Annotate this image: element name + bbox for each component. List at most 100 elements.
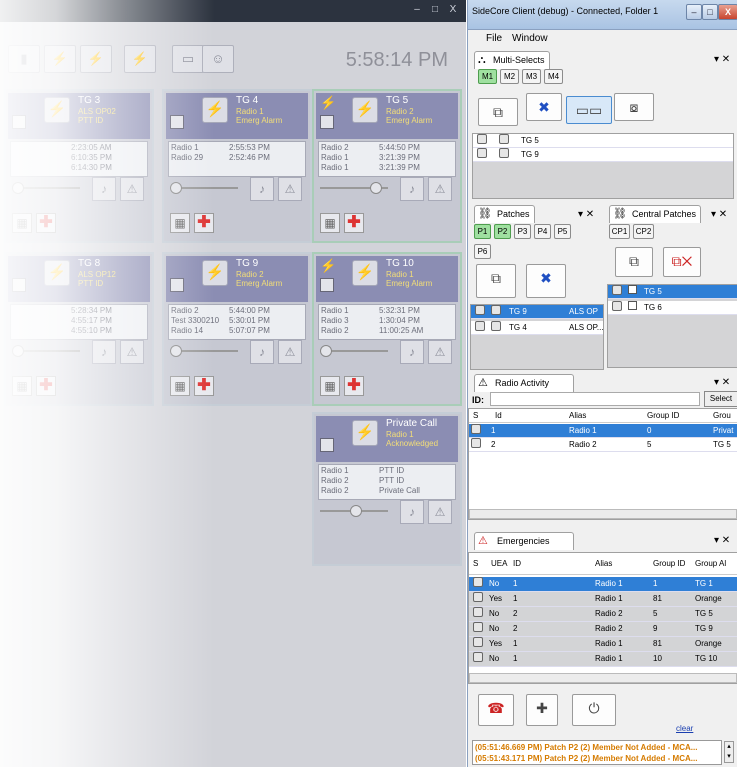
horizontal-scrollbar[interactable] — [469, 509, 737, 519]
tab-cp2[interactable]: CP2 — [633, 224, 654, 239]
emergency-clear-icon[interactable]: ⏻ — [572, 694, 616, 726]
window-minimize-button[interactable]: – — [686, 4, 702, 20]
volume-icon[interactable]: ♪ — [250, 340, 274, 364]
alert-tone-icon[interactable]: ⚠ — [428, 177, 452, 201]
select-icon[interactable]: ▦ — [170, 213, 190, 233]
patch-bolt-icon[interactable]: ⚡ — [202, 260, 228, 286]
volume-icon[interactable]: ♪ — [400, 500, 424, 524]
central-patches-panel-controls[interactable]: ▾ ✕ — [711, 209, 727, 220]
emergency-plus-icon[interactable]: ✚ — [36, 376, 56, 396]
multiselect-talk-icon[interactable]: ✖ — [526, 93, 562, 121]
table-row[interactable]: No 2 Radio 2 9 TG 9 — [469, 622, 737, 637]
volume-slider[interactable] — [170, 345, 238, 357]
select-icon[interactable]: ▦ — [12, 376, 32, 396]
talkgroup-tile[interactable]: ⚡ TG 8 ALS OP12 PTT ID 5:28:34 PM 4:55:17 PM 4… — [4, 252, 154, 406]
patch-disabled-icon[interactable]: ⚡ — [124, 45, 156, 73]
alert-tone-icon[interactable]: ⚠ — [120, 177, 144, 201]
slider-knob[interactable] — [12, 182, 24, 194]
slider-knob[interactable] — [370, 182, 382, 194]
volume-slider[interactable] — [12, 345, 80, 357]
patch-bolt-icon[interactable]: ⚡ — [44, 97, 70, 123]
volume-icon[interactable]: ♪ — [400, 340, 424, 364]
slider-knob[interactable] — [350, 505, 362, 517]
tab-cp1[interactable]: CP1 — [609, 224, 630, 239]
tab-p1[interactable]: P1 — [474, 224, 491, 239]
user-icon[interactable]: ☺ — [202, 45, 234, 73]
slider-knob[interactable] — [170, 345, 182, 357]
slider-knob[interactable] — [320, 345, 332, 357]
tab-p3[interactable]: P3 — [514, 224, 531, 239]
central-patch-row[interactable]: TG 6 — [608, 301, 737, 315]
radio-activity-tab[interactable]: ⚠ Radio Activity — [474, 374, 574, 392]
multiselect-tool-icon[interactable]: ⚡ — [80, 45, 112, 73]
minimize-button[interactable]: – — [410, 4, 424, 16]
patches-panel-controls[interactable]: ▾ ✕ — [578, 209, 594, 220]
table-row[interactable]: No 1 Radio 1 1 TG 1 — [469, 577, 737, 592]
list-item[interactable]: TG 9 — [473, 148, 733, 162]
talkgroup-tile[interactable]: ⚡ ⚡ TG 10 Radio 1 Emerg Alarm Radio 1 5:32:31 … — [312, 252, 462, 406]
select-icon[interactable]: ▦ — [170, 376, 190, 396]
talkgroup-tile[interactable]: ⚡ TG 4 Radio 1 Emerg Alarm Radio 1 2:55:53 PM… — [162, 89, 312, 243]
tab-p2[interactable]: P2 — [494, 224, 511, 239]
volume-slider[interactable] — [320, 345, 388, 357]
emergency-plus-icon[interactable]: ✚ — [344, 376, 364, 396]
tab-m2[interactable]: M2 — [500, 69, 519, 84]
close-button[interactable]: X — [446, 4, 460, 16]
alert-tone-icon[interactable]: ⚠ — [278, 177, 302, 201]
talkgroup-tile[interactable]: ⚡ Private Call Radio 1 Acknowledged Radio 1P… — [312, 412, 462, 566]
select-button[interactable]: Select — [704, 391, 737, 407]
alert-tone-icon[interactable]: ⚠ — [120, 340, 144, 364]
emergency-call-icon[interactable]: ☎ — [478, 694, 514, 726]
tool-icon[interactable]: ▮ — [8, 45, 40, 73]
alert-tone-icon[interactable]: ⚠ — [278, 340, 302, 364]
select-icon[interactable]: ▦ — [12, 213, 32, 233]
multiselect-link-icon[interactable]: ▭▭ — [566, 96, 612, 124]
central-patch-row[interactable]: TG 5 — [608, 285, 737, 299]
talkgroup-tile[interactable]: ⚡ TG 3 ALS OP02 PTT ID 2:23:05 AM 6:10:35 PM 6… — [4, 89, 154, 243]
volume-slider[interactable] — [320, 182, 388, 194]
emergencies-panel-controls[interactable]: ▾ ✕ — [714, 535, 730, 546]
window-close-button[interactable]: X — [718, 4, 737, 20]
patch-bolt-icon[interactable]: ⚡ — [352, 260, 378, 286]
tab-p4[interactable]: P4 — [534, 224, 551, 239]
screen-icon[interactable]: ▭ — [172, 45, 204, 73]
volume-icon[interactable]: ♪ — [92, 177, 116, 201]
table-row[interactable]: No 2 Radio 2 5 TG 5 — [469, 607, 737, 622]
patch-tool-icon[interactable]: ⚡ — [44, 45, 76, 73]
patch-row[interactable]: TG 9 ALS OP — [471, 305, 603, 319]
list-item[interactable]: TG 5 — [473, 134, 733, 148]
table-row[interactable]: 2 Radio 2 5 TG 5 — [469, 438, 737, 452]
tab-p5[interactable]: P5 — [554, 224, 571, 239]
window-maximize-button[interactable]: □ — [702, 4, 718, 20]
patch-row[interactable]: TG 4 ALS OP... — [471, 321, 603, 335]
emergency-plus-icon[interactable]: ✚ — [36, 213, 56, 233]
radio-activity-panel-controls[interactable]: ▾ ✕ — [714, 377, 730, 388]
select-icon[interactable]: ▦ — [320, 376, 340, 396]
row-checkbox[interactable] — [628, 285, 637, 294]
volume-slider[interactable] — [12, 182, 80, 194]
table-row[interactable]: No 1 Radio 1 10 TG 10 — [469, 652, 737, 667]
central-patch-remove-icon[interactable]: ⧉✕ — [663, 247, 701, 277]
multiselect-select-icon[interactable]: ⧉ — [478, 98, 518, 126]
volume-slider[interactable] — [170, 182, 238, 194]
patch-talk-icon[interactable]: ✖ — [526, 264, 566, 298]
patches-tab[interactable]: ⛓ Patches — [474, 205, 535, 223]
patch-bolt-icon[interactable]: ⚡ — [352, 420, 378, 446]
talkgroup-tile[interactable]: ⚡ ⚡ TG 5 Radio 2 Emerg Alarm Radio 2 5:44:50 P… — [312, 89, 462, 243]
multiselects-tab[interactable]: ⛬ Multi-Selects — [474, 51, 550, 69]
log-scrollbar[interactable]: ▴ ▾ — [724, 741, 734, 763]
table-row[interactable]: 1 Radio 1 0 Privat — [469, 424, 737, 438]
menu-file[interactable]: File — [486, 33, 502, 44]
emergencies-tab[interactable]: ⚠ Emergencies — [474, 532, 574, 550]
volume-slider[interactable] — [320, 505, 388, 517]
patch-bolt-icon[interactable]: ⚡ — [44, 260, 70, 286]
table-row[interactable]: Yes 1 Radio 1 81 Orange — [469, 592, 737, 607]
menu-window[interactable]: Window — [512, 33, 548, 44]
central-patch-select-icon[interactable]: ⧉ — [615, 247, 653, 277]
tab-m1[interactable]: M1 — [478, 69, 497, 84]
volume-icon[interactable]: ♪ — [92, 340, 116, 364]
slider-knob[interactable] — [12, 345, 24, 357]
volume-icon[interactable]: ♪ — [250, 177, 274, 201]
panel-controls[interactable]: ▾ ✕ — [714, 54, 730, 65]
emergency-plus-icon[interactable]: ✚ — [344, 213, 364, 233]
